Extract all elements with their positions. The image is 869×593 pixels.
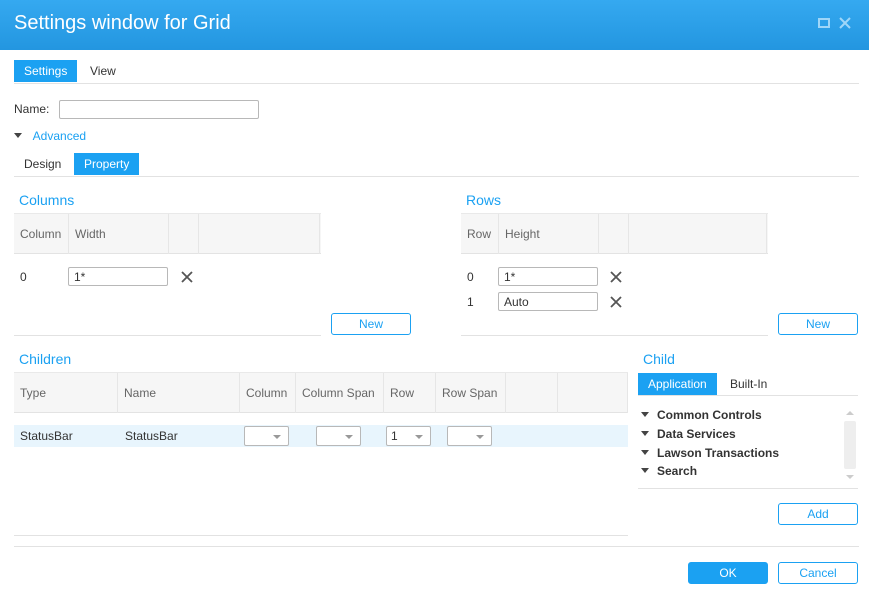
name-input[interactable]: [59, 100, 259, 119]
column-header-column[interactable]: Column: [14, 214, 69, 254]
tab-design[interactable]: Design: [14, 153, 71, 175]
divider: [14, 176, 859, 177]
column-span-dropdown[interactable]: [316, 426, 361, 446]
tree-item-search[interactable]: Search: [641, 464, 697, 478]
scroll-up-icon[interactable]: [846, 411, 854, 415]
divider: [638, 488, 858, 489]
row-header-blank: [629, 214, 767, 254]
columns-grid-header: Column Width: [14, 213, 321, 254]
tree-item-common-controls[interactable]: Common Controls: [641, 408, 762, 422]
tab-built-in[interactable]: Built-In: [720, 373, 777, 395]
x-icon: [181, 271, 193, 283]
row-height-input[interactable]: [498, 267, 598, 286]
dropdown-caret-icon: [415, 435, 423, 439]
child-title: Child: [643, 351, 675, 367]
columns-title: Columns: [19, 192, 75, 208]
new-column-button[interactable]: New: [331, 313, 411, 335]
dropdown-caret-icon: [345, 435, 353, 439]
row-header-blank: [599, 214, 629, 254]
children-header-name[interactable]: Name: [118, 373, 240, 413]
maximize-button[interactable]: [817, 16, 833, 32]
children-table-row[interactable]: StatusBar StatusBar 1: [14, 425, 628, 447]
row-header-height[interactable]: Height: [499, 214, 599, 254]
tree-item-data-services[interactable]: Data Services: [641, 427, 736, 441]
x-icon: [610, 296, 622, 308]
dropdown-caret-icon: [273, 435, 281, 439]
divider: [461, 335, 768, 336]
tab-property[interactable]: Property: [74, 153, 140, 175]
row-dropdown[interactable]: 1: [386, 426, 431, 446]
close-button[interactable]: [838, 16, 854, 32]
advanced-toggle[interactable]: Advanced: [14, 129, 86, 143]
tree-scrollbar[interactable]: [844, 408, 856, 484]
close-icon: [839, 17, 851, 29]
row-index: 1: [467, 295, 474, 309]
child-type: StatusBar: [20, 429, 73, 443]
column-width-input[interactable]: [68, 267, 168, 286]
column-header-width[interactable]: Width: [69, 214, 169, 254]
tab-application[interactable]: Application: [638, 373, 717, 395]
children-header-row[interactable]: Row: [384, 373, 436, 413]
divider: [14, 535, 628, 536]
triangle-down-icon: [641, 468, 649, 473]
children-header-row-span[interactable]: Row Span: [436, 373, 506, 413]
scroll-thumb[interactable]: [844, 421, 856, 469]
children-header-blank: [558, 373, 628, 413]
column-header-blank: [169, 214, 199, 254]
ok-button[interactable]: OK: [688, 562, 768, 584]
delete-row-button[interactable]: [609, 270, 623, 284]
new-row-button[interactable]: New: [778, 313, 858, 335]
tree-item-lawson-transactions[interactable]: Lawson Transactions: [641, 446, 779, 460]
row-dropdown-value: 1: [391, 429, 398, 443]
row-index: 0: [467, 270, 474, 284]
children-grid-header: Type Name Column Column Span Row Row Spa…: [14, 372, 628, 413]
title-bar: Settings window for Grid: [0, 0, 869, 50]
x-icon: [610, 271, 622, 283]
row-height-input[interactable]: [498, 292, 598, 311]
triangle-down-icon: [641, 412, 649, 417]
window-title: Settings window for Grid: [14, 12, 231, 34]
rows-grid-header: Row Height: [461, 213, 768, 254]
maximize-icon: [818, 18, 830, 28]
children-header-blank: [506, 373, 558, 413]
divider: [638, 395, 858, 396]
divider: [14, 83, 859, 84]
rows-title: Rows: [466, 192, 502, 208]
dropdown-caret-icon: [476, 435, 484, 439]
scroll-down-icon[interactable]: [846, 475, 854, 479]
row-header-row[interactable]: Row: [461, 214, 499, 254]
children-header-column-span[interactable]: Column Span: [296, 373, 384, 413]
add-child-button[interactable]: Add: [778, 503, 858, 525]
children-header-column[interactable]: Column: [240, 373, 296, 413]
column-dropdown[interactable]: [244, 426, 289, 446]
cancel-button[interactable]: Cancel: [778, 562, 858, 584]
children-header-type[interactable]: Type: [14, 373, 118, 413]
triangle-down-icon: [14, 133, 22, 138]
column-header-blank: [199, 214, 320, 254]
child-name: StatusBar: [125, 429, 178, 443]
tree-item-label: Common Controls: [657, 408, 762, 422]
tree-item-label: Data Services: [657, 427, 736, 441]
divider: [14, 335, 321, 336]
triangle-down-icon: [641, 450, 649, 455]
children-title: Children: [19, 351, 72, 367]
name-label: Name:: [14, 102, 50, 116]
tab-settings[interactable]: Settings: [14, 60, 78, 82]
delete-row-button[interactable]: [609, 295, 623, 309]
tab-view[interactable]: View: [80, 60, 126, 82]
advanced-label: Advanced: [32, 129, 87, 143]
divider: [14, 546, 859, 547]
triangle-down-icon: [641, 431, 649, 436]
column-index: 0: [20, 270, 27, 284]
delete-column-button[interactable]: [180, 270, 194, 284]
row-span-dropdown[interactable]: [447, 426, 492, 446]
tree-item-label: Lawson Transactions: [657, 446, 780, 460]
tree-item-label: Search: [657, 464, 698, 478]
